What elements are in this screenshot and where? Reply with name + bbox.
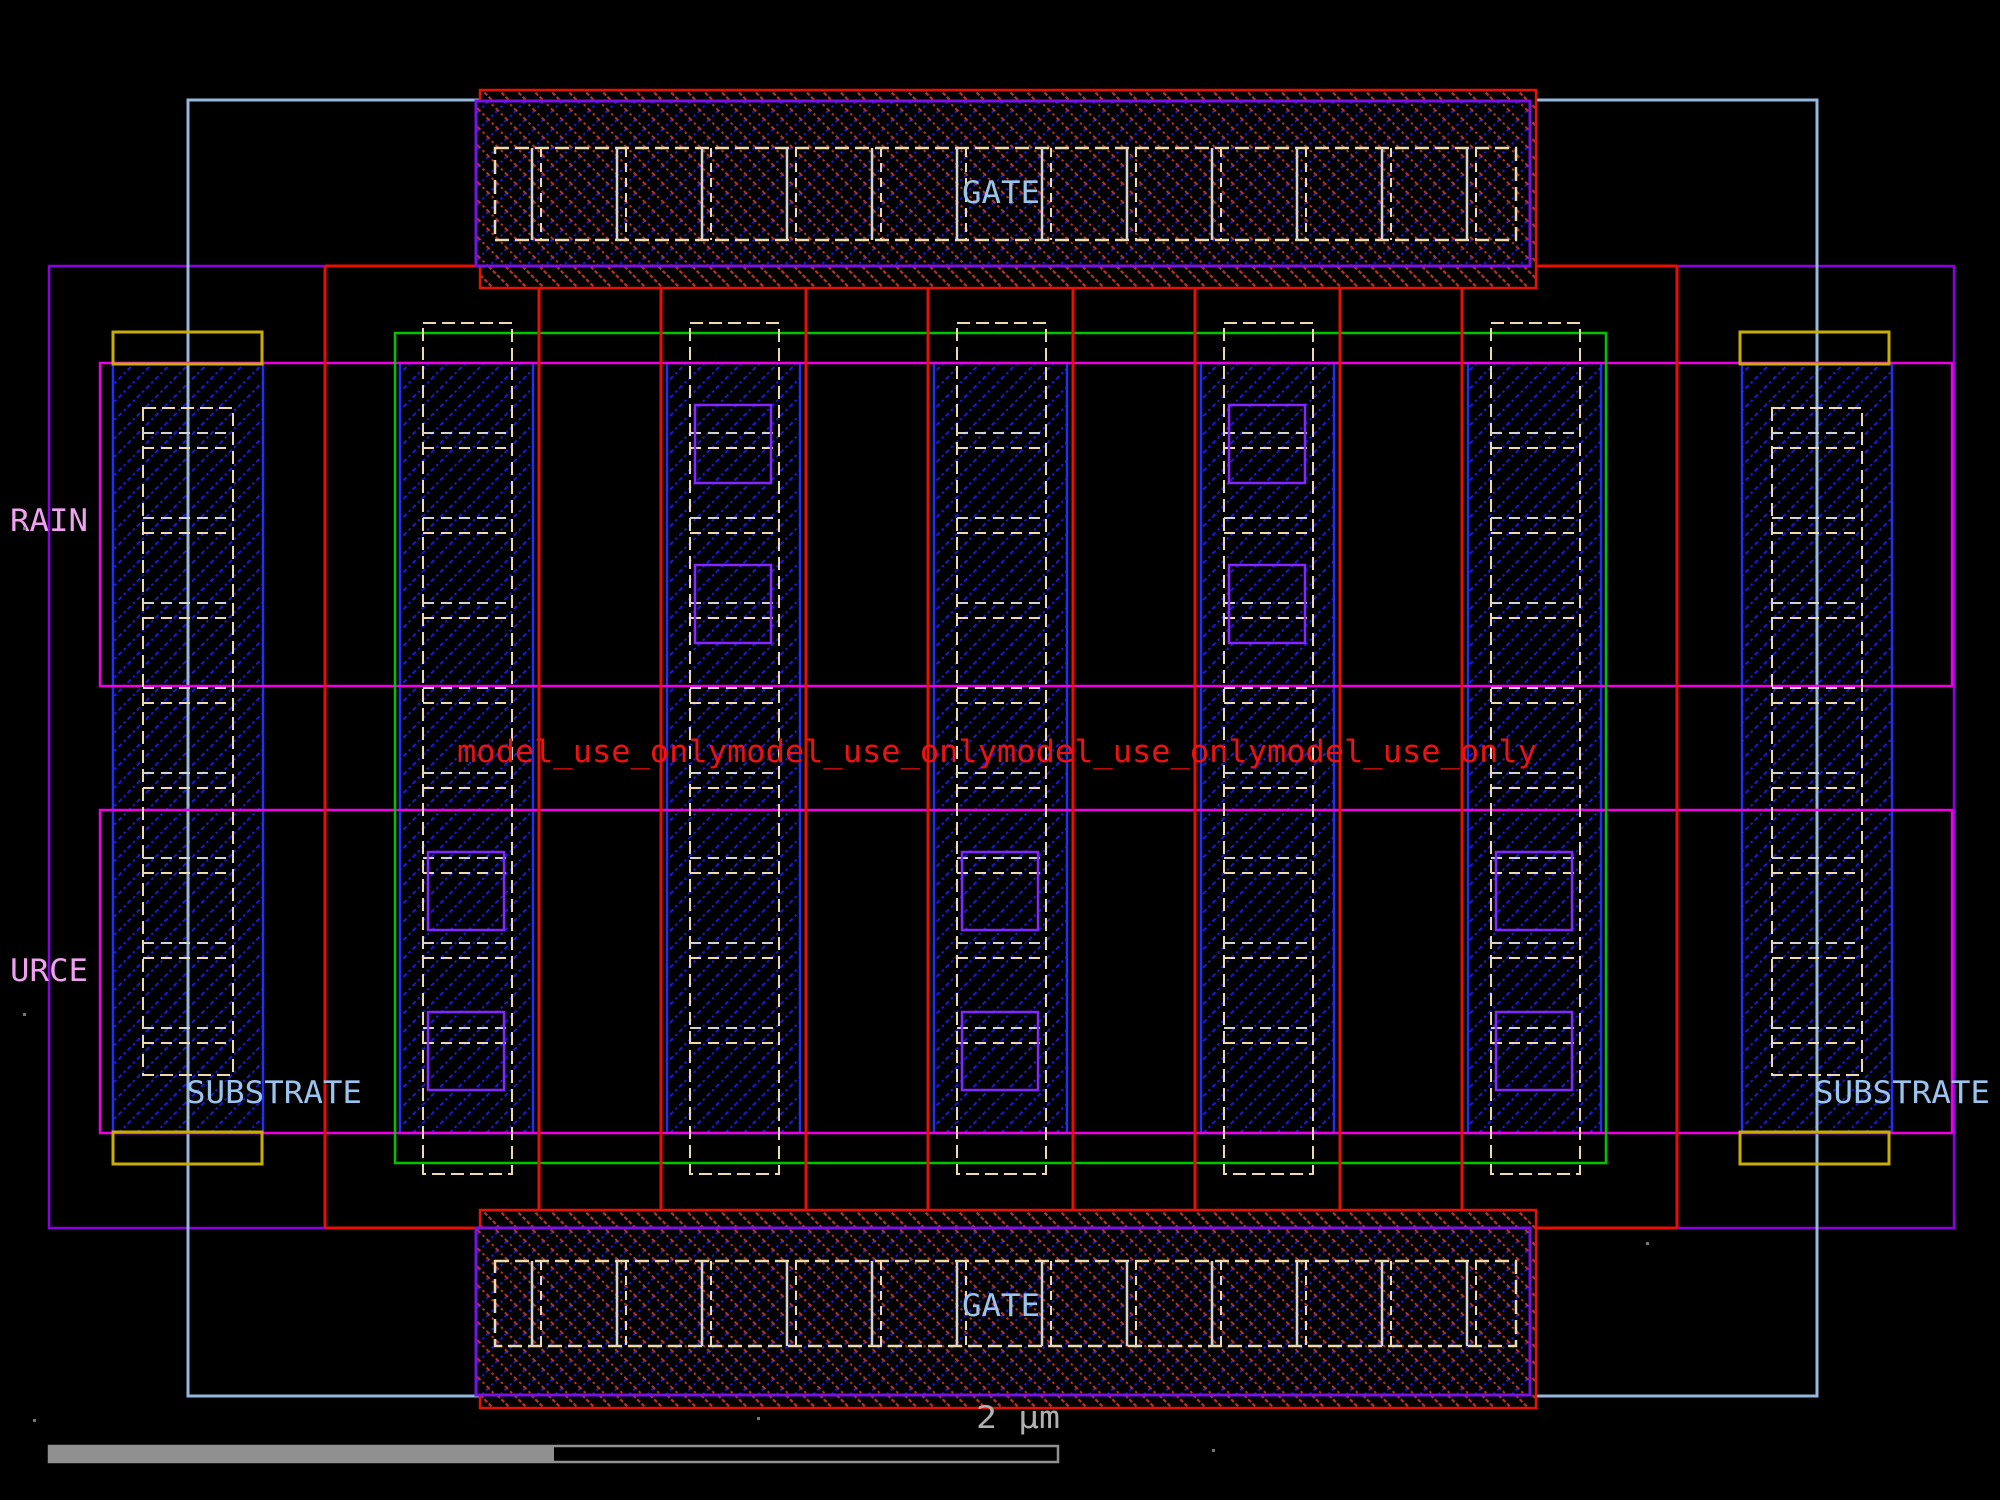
implant-tab: [1740, 1132, 1889, 1164]
drain-label: RAIN: [10, 503, 88, 539]
grid-dot: [23, 1013, 26, 1016]
source-label: URCE: [10, 953, 88, 989]
gate-label-top: GATE: [962, 175, 1040, 211]
layout-labels: GATE GATE RAIN URCE SUBSTRATE SUBSTRATE …: [10, 175, 1990, 1324]
scale-bar-filled-half: [49, 1446, 554, 1462]
layout-viewer-window: GATE GATE RAIN URCE SUBSTRATE SUBSTRATE …: [0, 0, 2000, 1500]
gate-label-bottom: GATE: [962, 1288, 1040, 1324]
implant-tab: [1740, 332, 1889, 364]
scale-ruler-label: 2 μm: [976, 1400, 1060, 1436]
grid-dot: [757, 1417, 760, 1420]
grid-dot: [1646, 1242, 1649, 1245]
substrate-label-left: SUBSTRATE: [186, 1075, 362, 1111]
watermark-text: model_use_onlymodel_use_onlymodel_use_on…: [457, 734, 1537, 770]
layout-canvas[interactable]: GATE GATE RAIN URCE SUBSTRATE SUBSTRATE …: [0, 0, 2000, 1500]
grid-dot: [33, 1419, 36, 1422]
grid-dot: [23, 527, 26, 530]
grid-dot: [1212, 1449, 1215, 1452]
substrate-label-right: SUBSTRATE: [1814, 1075, 1990, 1111]
